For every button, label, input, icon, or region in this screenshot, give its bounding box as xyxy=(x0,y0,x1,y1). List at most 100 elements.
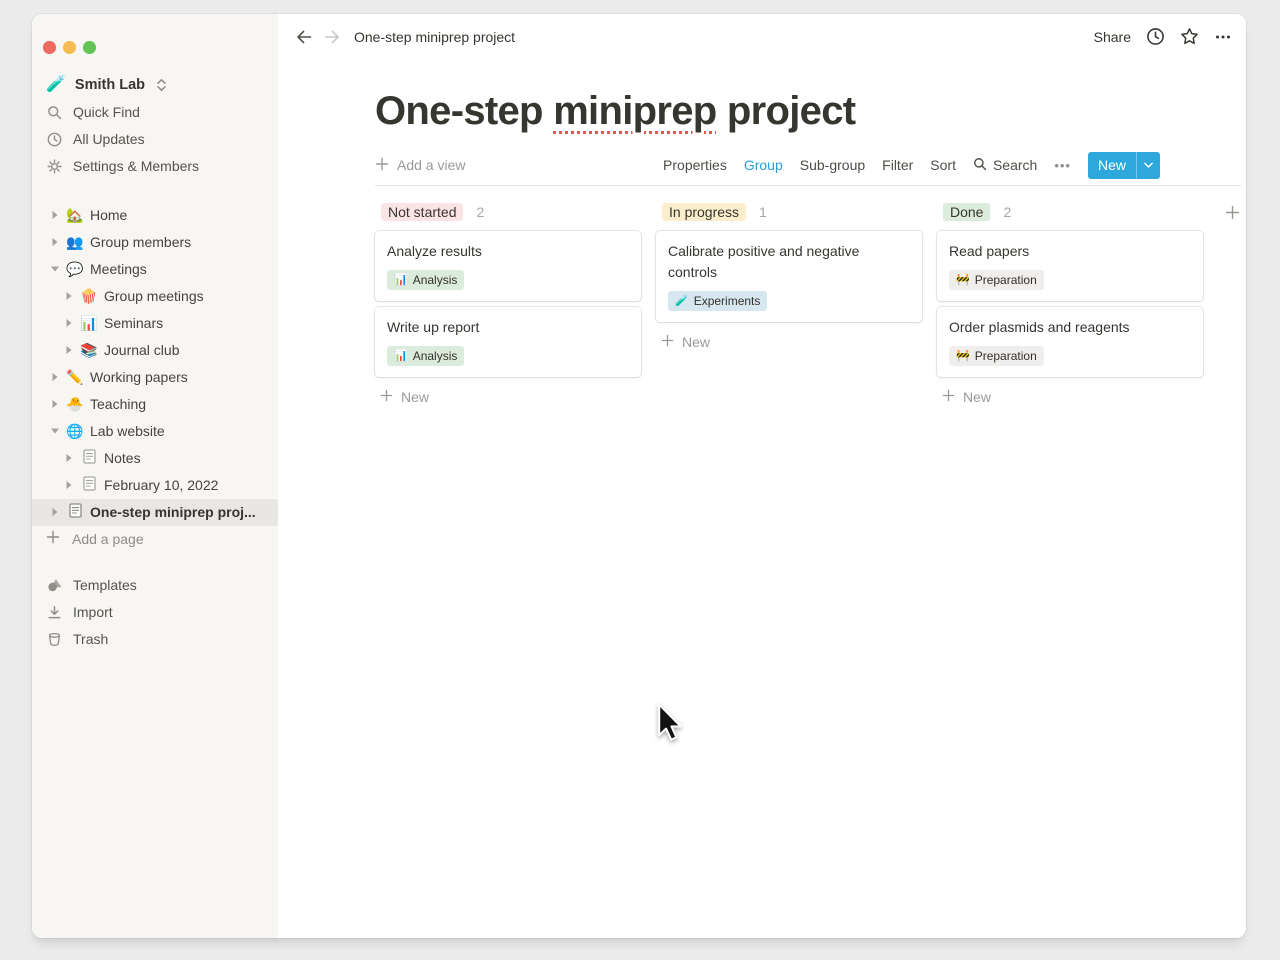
toolbar-more-icon[interactable]: ••• xyxy=(1054,158,1071,173)
main-content: One-step miniprep project Share One-step… xyxy=(278,14,1246,938)
sidebar-item-settings-members[interactable]: Settings & Members xyxy=(32,153,278,180)
sidebar-item-label: Quick Find xyxy=(73,104,140,120)
status-badge: Not started xyxy=(381,203,463,221)
gear-icon xyxy=(46,159,63,174)
sidebar-item-lab-website[interactable]: 🌐 Lab website xyxy=(32,418,278,445)
sort-button[interactable]: Sort xyxy=(930,157,956,173)
sidebar-page-tree: 🏡 Home 👥 Group members 💬 Meetings 🍿 Gro xyxy=(32,202,278,553)
sidebar-item-journal-club[interactable]: 📚 Journal club xyxy=(32,337,278,364)
templates-icon xyxy=(46,577,63,593)
sidebar-item-import[interactable]: Import xyxy=(32,599,278,626)
sidebar-item-group-meetings[interactable]: 🍿 Group meetings xyxy=(32,283,278,310)
caret-right-icon[interactable] xyxy=(46,210,64,220)
group-meetings-icon: 🍿 xyxy=(78,288,100,304)
workspace-icon: 🧪 xyxy=(46,76,66,94)
add-view-button[interactable]: Add a view xyxy=(375,157,465,174)
share-button[interactable]: Share xyxy=(1094,29,1131,45)
favorite-star-icon[interactable] xyxy=(1180,27,1199,46)
board-column-done: Done 2 Read papers 🚧 Preparation Order p… xyxy=(937,203,1203,405)
board-card[interactable]: Read papers 🚧 Preparation xyxy=(937,231,1203,301)
caret-right-icon[interactable] xyxy=(60,345,78,355)
caret-down-icon[interactable] xyxy=(46,427,64,435)
plus-icon xyxy=(942,389,955,405)
journal-club-icon: 📚 xyxy=(78,342,100,358)
sidebar-item-templates[interactable]: Templates xyxy=(32,572,278,599)
forward-arrow-icon[interactable] xyxy=(323,28,341,46)
teaching-icon: 🐣 xyxy=(64,396,86,412)
sidebar-item-meetings[interactable]: 💬 Meetings xyxy=(32,256,278,283)
caret-right-icon[interactable] xyxy=(46,507,64,517)
plus-icon xyxy=(375,157,389,174)
column-count: 1 xyxy=(759,204,767,220)
sidebar-item-teaching[interactable]: 🐣 Teaching xyxy=(32,391,278,418)
toolbar-divider xyxy=(375,185,1242,186)
tag-analysis: 📊 Analysis xyxy=(387,270,464,290)
column-header[interactable]: In progress 1 xyxy=(656,203,922,221)
minimize-window-button[interactable] xyxy=(63,41,76,54)
properties-button[interactable]: Properties xyxy=(663,157,727,173)
breadcrumb[interactable]: One-step miniprep project xyxy=(354,29,515,45)
tag-experiments: 🧪 Experiments xyxy=(668,291,767,311)
sidebar-item-working-papers[interactable]: ✏️ Working papers xyxy=(32,364,278,391)
lab-website-icon: 🌐 xyxy=(64,423,86,439)
view-toolbar: Add a view Properties Group Sub-group Fi… xyxy=(375,151,1160,179)
close-window-button[interactable] xyxy=(43,41,56,54)
caret-right-icon[interactable] xyxy=(46,237,64,247)
board-card[interactable]: Analyze results 📊 Analysis xyxy=(375,231,641,301)
new-card-button[interactable]: New xyxy=(375,389,641,405)
caret-right-icon[interactable] xyxy=(46,399,64,409)
column-header[interactable]: Done 2 xyxy=(937,203,1203,221)
trash-icon xyxy=(46,632,63,647)
page-icon xyxy=(78,476,100,494)
sidebar-item-february-10-2022[interactable]: February 10, 2022 xyxy=(32,472,278,499)
notion-window: 🧪 Smith Lab Quick Find All Updates xyxy=(32,14,1246,938)
sidebar-item-one-step-miniprep-project[interactable]: One-step miniprep proj... xyxy=(32,499,278,526)
back-arrow-icon[interactable] xyxy=(295,28,313,46)
plus-icon xyxy=(380,389,393,405)
sidebar-item-group-members[interactable]: 👥 Group members xyxy=(32,229,278,256)
filter-button[interactable]: Filter xyxy=(882,157,913,173)
add-group-button[interactable] xyxy=(1225,205,1240,220)
new-button[interactable]: New xyxy=(1088,152,1160,179)
search-icon xyxy=(46,105,63,120)
sidebar-item-trash[interactable]: Trash xyxy=(32,626,278,653)
search-button[interactable]: Search xyxy=(973,157,1037,174)
sidebar-item-seminars[interactable]: 📊 Seminars xyxy=(32,310,278,337)
sidebar-item-label: Settings & Members xyxy=(73,158,199,174)
caret-right-icon[interactable] xyxy=(60,480,78,490)
zoom-window-button[interactable] xyxy=(83,41,96,54)
seminars-icon: 📊 xyxy=(78,315,100,331)
more-options-icon[interactable] xyxy=(1214,28,1232,46)
new-card-button[interactable]: New xyxy=(656,334,922,350)
new-card-button[interactable]: New xyxy=(937,389,1203,405)
caret-down-icon[interactable] xyxy=(46,265,64,273)
page-icon xyxy=(78,449,100,467)
board-card[interactable]: Calibrate positive and negative controls… xyxy=(656,231,922,322)
page-title[interactable]: One-step miniprep project xyxy=(375,87,1160,135)
caret-right-icon[interactable] xyxy=(60,453,78,463)
caret-right-icon[interactable] xyxy=(60,318,78,328)
sidebar-item-quick-find[interactable]: Quick Find xyxy=(32,99,278,126)
caret-right-icon[interactable] xyxy=(60,291,78,301)
add-page-button[interactable]: Add a page xyxy=(32,526,278,553)
workspace-name: Smith Lab xyxy=(75,77,145,93)
new-dropdown-chevron-icon[interactable] xyxy=(1136,152,1160,179)
board-card[interactable]: Order plasmids and reagents 🚧 Preparatio… xyxy=(937,307,1203,377)
meetings-icon: 💬 xyxy=(64,261,86,277)
subgroup-button[interactable]: Sub-group xyxy=(800,157,865,173)
search-icon xyxy=(973,157,987,174)
workspace-switcher[interactable]: 🧪 Smith Lab xyxy=(32,71,278,99)
page-icon xyxy=(64,503,86,521)
updates-clock-icon[interactable] xyxy=(1146,27,1165,46)
group-button[interactable]: Group xyxy=(744,157,783,173)
sidebar-item-notes[interactable]: Notes xyxy=(32,445,278,472)
caret-right-icon[interactable] xyxy=(46,372,64,382)
plus-icon xyxy=(661,334,674,350)
import-icon xyxy=(46,605,63,620)
board-card[interactable]: Write up report 📊 Analysis xyxy=(375,307,641,377)
column-header[interactable]: Not started 2 xyxy=(375,203,641,221)
sidebar-item-home[interactable]: 🏡 Home xyxy=(32,202,278,229)
bar-chart-icon: 📊 xyxy=(394,350,408,362)
sidebar-item-all-updates[interactable]: All Updates xyxy=(32,126,278,153)
topbar: One-step miniprep project Share xyxy=(278,14,1246,59)
